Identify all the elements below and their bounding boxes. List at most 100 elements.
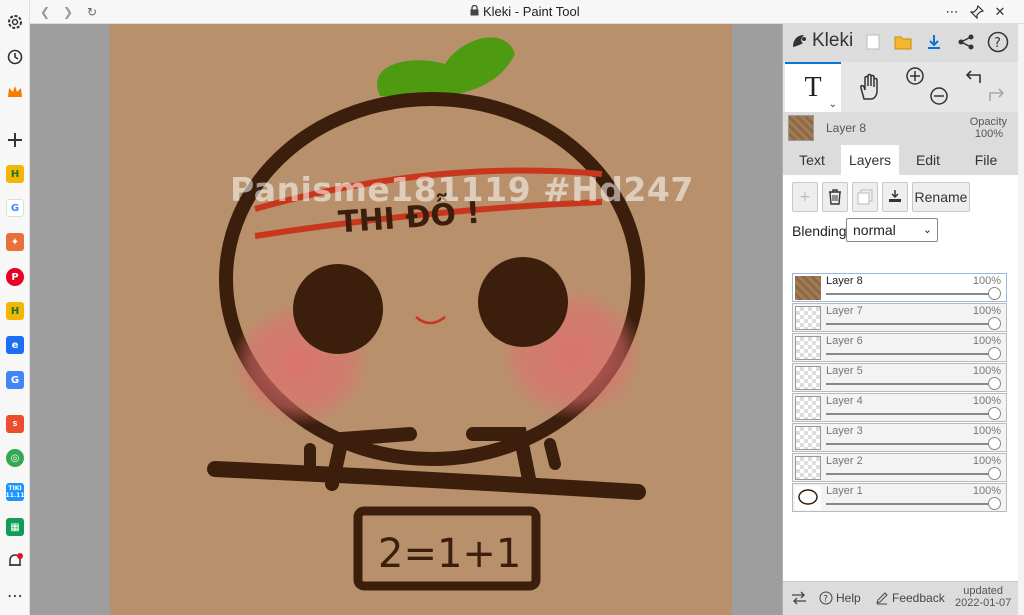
rename-layer-button[interactable]: Rename — [912, 182, 970, 212]
drawing-canvas[interactable]: THI ĐỖ ! 2=1+1 Panisme181119 #Hd247 — [110, 24, 732, 615]
layer-row[interactable]: Layer 5 100% — [792, 363, 1007, 392]
opacity-slider-track[interactable] — [826, 503, 994, 505]
feedback-link[interactable]: Feedback — [875, 591, 945, 605]
opacity-slider-track[interactable] — [826, 413, 994, 415]
layer-name: Layer 5 — [826, 365, 863, 377]
merge-down-button[interactable] — [882, 182, 908, 212]
undo-icon — [965, 70, 981, 83]
layer-row[interactable]: Layer 6 100% — [792, 333, 1007, 362]
text-tool-button[interactable]: T ⌄ — [785, 62, 841, 112]
settings-icon[interactable] — [3, 10, 27, 34]
feedback-icon — [876, 592, 888, 605]
forward-icon[interactable]: ❯ — [59, 3, 77, 21]
layer-name: Layer 8 — [826, 275, 863, 287]
opacity-slider-track[interactable] — [826, 473, 994, 475]
opacity-slider-knob[interactable] — [988, 347, 1001, 360]
collapse-panel-button[interactable] — [791, 591, 807, 605]
share-icon[interactable] — [954, 30, 978, 54]
opacity-slider-knob[interactable] — [988, 467, 1001, 480]
pin-icon[interactable] — [967, 2, 987, 22]
more-menu-icon[interactable]: ⋯ — [942, 2, 962, 22]
layer-opacity: 100% — [972, 305, 1001, 317]
help-link[interactable]: ? Help — [819, 591, 861, 605]
opacity-slider-track[interactable] — [826, 323, 994, 325]
table-line — [207, 461, 646, 500]
pinterest-icon[interactable]: P — [3, 265, 27, 289]
layer-row[interactable]: Layer 2 100% — [792, 453, 1007, 482]
current-layer-thumbnail — [788, 115, 814, 141]
tab-text[interactable]: Text — [783, 145, 841, 175]
crown-icon[interactable] — [3, 80, 27, 104]
svg-text:?: ? — [994, 36, 1001, 51]
window-title: Kleki - Paint Tool — [470, 4, 580, 19]
download-icon[interactable] — [922, 30, 946, 54]
canvas-area[interactable]: THI ĐỖ ! 2=1+1 Panisme181119 #Hd247 — [30, 24, 782, 615]
layer-row[interactable]: Layer 3 100% — [792, 423, 1007, 452]
shopee-icon[interactable]: S — [3, 412, 27, 436]
redo-button[interactable] — [985, 80, 1009, 108]
drawing-artwork: THI ĐỖ ! 2=1+1 — [207, 37, 646, 591]
kleki-panel: Kleki ? T ⌄ Layer 8 Opacity 100% Text La… — [782, 24, 1019, 615]
layer-row[interactable]: Layer 8 100% — [792, 273, 1007, 302]
hand-tool-button[interactable] — [845, 62, 895, 112]
shield-app-icon[interactable]: ✦ — [3, 230, 27, 254]
layer-thumbnail — [795, 336, 821, 360]
help-icon[interactable]: ? — [986, 30, 1010, 54]
kleki-logo-icon — [793, 35, 806, 47]
new-image-icon[interactable] — [861, 30, 885, 54]
close-icon[interactable]: ✕ — [990, 2, 1010, 22]
add-icon[interactable] — [3, 128, 27, 152]
mouth — [415, 316, 446, 325]
translate-icon[interactable]: G — [3, 368, 27, 392]
tab-layers[interactable]: Layers — [841, 145, 899, 175]
sprout-leaf — [377, 37, 515, 96]
opacity-slider-knob[interactable] — [988, 437, 1001, 450]
tiki-icon[interactable]: TIKI 11.11 — [3, 480, 27, 504]
layer-name: Layer 7 — [826, 305, 863, 317]
h-app-icon-2[interactable]: H — [3, 299, 27, 323]
h-app-icon[interactable]: H — [3, 162, 27, 186]
opacity-slider-knob[interactable] — [988, 377, 1001, 390]
opacity-slider-knob[interactable] — [988, 407, 1001, 420]
chevron-down-icon[interactable]: ⌄ — [829, 99, 837, 110]
opacity-slider-track[interactable] — [826, 353, 994, 355]
tab-file[interactable]: File — [957, 145, 1015, 175]
green-app-icon[interactable]: ◎ — [3, 446, 27, 470]
zoom-out-button[interactable] — [927, 82, 951, 110]
refresh-icon[interactable]: ↻ — [83, 3, 101, 21]
current-layer-name: Layer 8 — [826, 121, 867, 135]
lock-icon — [470, 4, 479, 19]
opacity-slider-knob[interactable] — [988, 497, 1001, 510]
delete-layer-button[interactable] — [822, 182, 848, 212]
notifications-icon[interactable] — [3, 549, 27, 573]
duplicate-layer-button[interactable] — [852, 182, 878, 212]
sign-text: 2=1+1 — [378, 531, 521, 577]
layer-opacity: 100% — [972, 335, 1001, 347]
blending-select[interactable]: normal ⌄ — [846, 218, 938, 242]
opacity-slider-knob[interactable] — [988, 317, 1001, 330]
zoom-out-icon — [930, 87, 948, 105]
layer-thumbnail — [795, 366, 821, 390]
open-folder-icon[interactable] — [891, 30, 915, 54]
updated-info: updated 2022-01-07 — [955, 585, 1012, 609]
opacity-slider-track[interactable] — [826, 443, 994, 445]
undo-button[interactable] — [961, 62, 985, 90]
google-icon[interactable]: G — [3, 196, 27, 220]
blue-app-icon[interactable]: e — [3, 333, 27, 357]
redo-icon — [989, 88, 1005, 101]
opacity-slider-track[interactable] — [826, 293, 994, 295]
zoom-in-button[interactable] — [903, 62, 927, 90]
tab-edit[interactable]: Edit — [899, 145, 957, 175]
back-icon[interactable]: ❮ — [36, 3, 54, 21]
more-icon[interactable]: ⋯ — [3, 583, 27, 607]
sheets-icon[interactable]: ▦ — [3, 515, 27, 539]
layer-row[interactable]: Layer 1 100% — [792, 483, 1007, 512]
chevron-down-icon: ⌄ — [922, 223, 932, 236]
swap-arrows-icon — [792, 591, 806, 605]
layer-row[interactable]: Layer 7 100% — [792, 303, 1007, 332]
opacity-slider-knob[interactable] — [988, 287, 1001, 300]
history-icon[interactable] — [3, 45, 27, 69]
layer-row[interactable]: Layer 4 100% — [792, 393, 1007, 422]
opacity-slider-track[interactable] — [826, 383, 994, 385]
add-layer-button[interactable]: + — [792, 182, 818, 212]
